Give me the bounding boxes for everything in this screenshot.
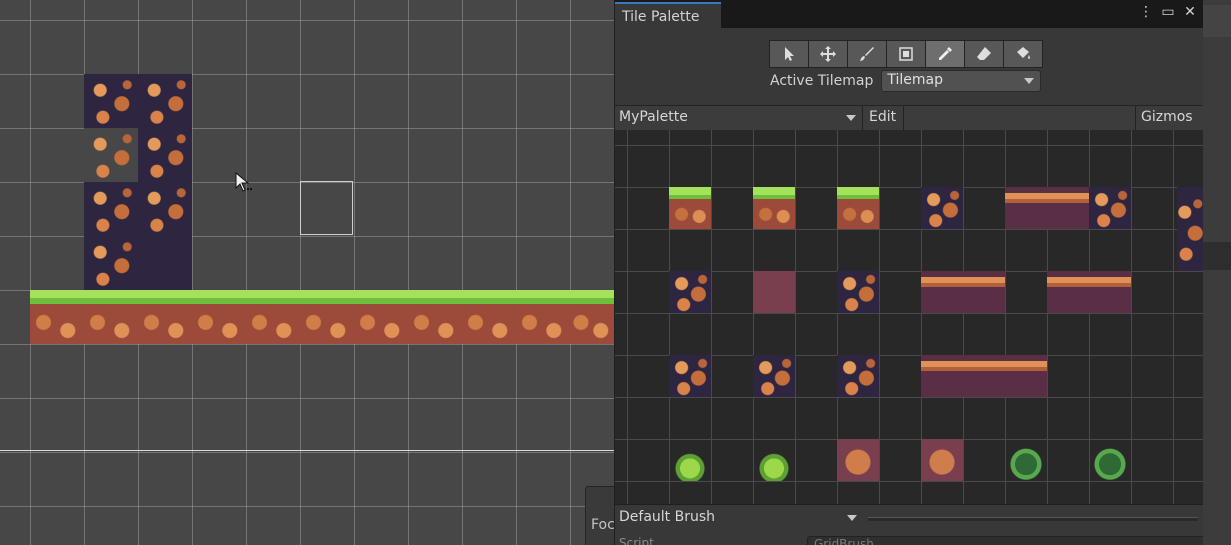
palette-dropdown[interactable]: MyPalette xyxy=(615,106,863,130)
rock-tile xyxy=(84,182,138,236)
move-tool-button[interactable] xyxy=(808,40,848,68)
close-icon[interactable]: ✕ xyxy=(1183,4,1197,20)
tile-selection-box[interactable] xyxy=(300,181,353,235)
rock-tile xyxy=(84,128,138,182)
edit-label: Edit xyxy=(869,109,897,125)
eyedropper-icon xyxy=(939,47,952,60)
palette-tile[interactable] xyxy=(669,271,711,313)
brush-dropdown[interactable]: Default Brush xyxy=(615,505,863,531)
side-panel-block xyxy=(1203,5,1231,37)
scene-axis-line xyxy=(0,450,614,451)
active-tilemap-dropdown[interactable]: Tilemap xyxy=(881,70,1042,92)
palette-tile[interactable] xyxy=(753,271,795,313)
ground-tile xyxy=(408,290,462,344)
gizmos-button[interactable]: Gizmos xyxy=(1135,106,1203,130)
palette-header-bar: MyPalette Edit Gizmos xyxy=(615,105,1203,131)
script-value: GridBrush xyxy=(814,537,874,545)
script-row: Script GridBrush xyxy=(615,532,1203,545)
panel-splitter[interactable] xyxy=(868,517,1198,521)
palette-tile[interactable] xyxy=(753,187,795,229)
ground-tile xyxy=(138,290,192,344)
edit-button[interactable]: Edit xyxy=(864,106,904,130)
palette-tile[interactable] xyxy=(1089,187,1131,229)
palette-tile[interactable] xyxy=(921,355,1047,397)
mouse-cursor-icon xyxy=(235,172,252,192)
ground-tile xyxy=(30,290,84,344)
ground-tile xyxy=(300,290,354,344)
palette-tile[interactable] xyxy=(837,271,879,313)
more-options-icon[interactable]: ⋮ xyxy=(1139,4,1153,20)
active-tilemap-value: Tilemap xyxy=(887,72,943,88)
palette-name: MyPalette xyxy=(619,109,688,125)
chevron-down-icon xyxy=(846,115,856,121)
tab-bar: Tile Palette ⋮ ▭ ✕ xyxy=(615,0,1203,28)
palette-tile-grid[interactable] xyxy=(615,130,1203,504)
palette-tile[interactable] xyxy=(837,187,879,229)
palette-tile[interactable] xyxy=(753,439,795,481)
tab-title: Tile Palette xyxy=(622,9,700,25)
focus-tab[interactable]: Foc xyxy=(585,486,614,545)
palette-toolbar xyxy=(769,40,1043,68)
arrow-icon xyxy=(785,47,794,61)
palette-tile[interactable] xyxy=(1177,187,1203,271)
palette-tile[interactable] xyxy=(921,439,963,481)
palette-tile[interactable] xyxy=(1005,439,1047,481)
fill-tool-button[interactable] xyxy=(1003,40,1043,68)
ground-tile xyxy=(354,290,408,344)
chevron-down-icon xyxy=(847,515,857,521)
palette-tile[interactable] xyxy=(921,271,1005,313)
script-label: Script xyxy=(619,536,654,545)
chevron-down-icon xyxy=(1024,78,1035,84)
brush-icon xyxy=(860,47,874,61)
paint-tool-button[interactable] xyxy=(847,40,887,68)
select-tool-button[interactable] xyxy=(769,40,809,68)
bucket-icon xyxy=(1017,47,1030,59)
focus-tab-label: Foc xyxy=(591,517,614,533)
rock-tile xyxy=(138,74,192,128)
rock-tile xyxy=(84,236,138,290)
picker-tool-button[interactable] xyxy=(925,40,965,68)
ground-tile xyxy=(192,290,246,344)
erase-tool-button[interactable] xyxy=(964,40,1004,68)
rock-tile xyxy=(138,182,192,236)
eraser-icon xyxy=(977,47,991,60)
rock-tile xyxy=(84,74,138,128)
move-icon xyxy=(820,46,836,62)
active-tilemap-label: Active Tilemap xyxy=(770,73,874,89)
box-fill-tool-button[interactable] xyxy=(886,40,926,68)
palette-tile[interactable] xyxy=(669,439,711,481)
ground-tile xyxy=(84,290,138,344)
rock-tile xyxy=(138,128,192,182)
dark-tile xyxy=(138,236,192,290)
palette-tile[interactable] xyxy=(753,355,795,397)
palette-tile[interactable] xyxy=(837,439,879,481)
palette-tile[interactable] xyxy=(921,187,963,229)
ground-tile xyxy=(246,290,300,344)
box-icon xyxy=(899,47,913,61)
gizmos-label: Gizmos xyxy=(1141,109,1193,125)
tile-palette-window: Tile Palette ⋮ ▭ ✕ Active Tilemap Tilema… xyxy=(614,0,1203,545)
ground-tile xyxy=(462,290,516,344)
maximize-icon[interactable]: ▭ xyxy=(1161,4,1175,20)
script-field[interactable]: GridBrush xyxy=(807,536,1203,545)
palette-tile[interactable] xyxy=(1047,271,1131,313)
active-tilemap-row: Active Tilemap Tilemap xyxy=(770,68,1042,94)
brush-name: Default Brush xyxy=(619,509,716,525)
scene-view[interactable]: Foc xyxy=(0,0,614,545)
palette-tile[interactable] xyxy=(669,187,711,229)
side-panel-block xyxy=(1203,242,1231,270)
palette-tile[interactable] xyxy=(1089,439,1131,481)
ground-tile xyxy=(570,290,614,344)
window-buttons: ⋮ ▭ ✕ xyxy=(1139,4,1197,20)
ground-tile xyxy=(516,290,570,344)
palette-tile[interactable] xyxy=(669,355,711,397)
palette-tile[interactable] xyxy=(837,355,879,397)
tab-tile-palette[interactable]: Tile Palette xyxy=(615,2,721,28)
brush-bar: Default Brush xyxy=(615,504,1203,531)
right-side-panel xyxy=(1203,0,1231,545)
